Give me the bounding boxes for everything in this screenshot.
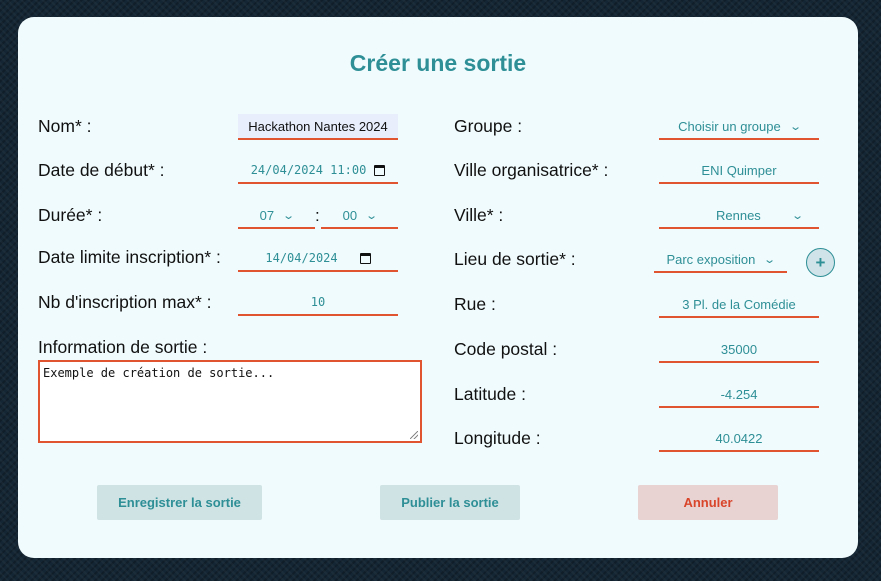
publish-button[interactable]: Publier la sortie — [380, 485, 520, 520]
longitude-value: 40.0422 — [715, 430, 763, 446]
nom-value: Hackathon Nantes 2024 — [248, 118, 388, 134]
info-textarea[interactable]: Exemple de création de sortie... — [38, 360, 422, 443]
resize-handle[interactable] — [410, 431, 418, 439]
chevron-down-icon: ⌄ — [790, 209, 804, 222]
chevron-down-icon: ⌄ — [365, 209, 379, 222]
create-outing-form: Créer une sortie Nom* : Hackathon Nantes… — [18, 17, 858, 558]
cp-label: Code postal : — [454, 339, 558, 359]
ville-org-label: Ville organisatrice* : — [454, 160, 609, 180]
groupe-select[interactable]: Choisir un groupe ⌄ — [659, 114, 819, 140]
chevron-down-icon: ⌄ — [788, 120, 802, 133]
nom-label: Nom* : — [38, 116, 92, 136]
page-title: Créer une sortie — [349, 50, 527, 76]
duree-label: Durée* : — [38, 205, 103, 225]
duree-separator: : — [315, 206, 320, 225]
rue-label: Rue : — [454, 294, 496, 314]
duree-minutes-value: 00 — [342, 207, 358, 223]
date-limite-input[interactable]: 14/04/2024 — [238, 246, 398, 272]
nom-input[interactable]: Hackathon Nantes 2024 — [238, 114, 398, 140]
ville-label: Ville* : — [454, 205, 504, 225]
latitude-input[interactable]: -4.254 — [659, 382, 819, 408]
latitude-value: -4.254 — [720, 386, 758, 402]
calendar-icon[interactable] — [374, 164, 386, 176]
calendar-icon[interactable] — [359, 252, 371, 264]
info-value: Exemple de création de sortie... — [43, 366, 275, 380]
latitude-label: Latitude : — [454, 384, 526, 404]
nb-inscription-input[interactable]: 10 — [238, 290, 398, 316]
ville-org-value: ENI Quimper — [701, 162, 777, 178]
ville-select[interactable]: Rennes ⌄ — [659, 203, 819, 229]
save-button[interactable]: Enregistrer la sortie — [97, 485, 262, 520]
info-label: Information de sortie : — [38, 337, 208, 357]
lieu-value: Parc exposition — [666, 251, 756, 267]
duree-hours-value: 07 — [259, 207, 275, 223]
duree-minutes-select[interactable]: 00 ⌄ — [321, 203, 398, 229]
nb-inscription-label: Nb d'inscription max* : — [38, 292, 212, 312]
plus-icon: + — [815, 252, 826, 272]
cp-value: 35000 — [720, 341, 758, 357]
ville-value: Rennes — [715, 207, 761, 223]
date-limite-value: 14/04/2024 — [265, 251, 338, 265]
lieu-label: Lieu de sortie* : — [454, 249, 576, 269]
date-debut-label: Date de début* : — [38, 160, 165, 180]
nb-inscription-value: 10 — [310, 295, 326, 309]
longitude-label: Longitude : — [454, 428, 541, 448]
add-lieu-button[interactable]: + — [806, 248, 835, 277]
rue-value: 3 Pl. de la Comédie — [682, 296, 796, 312]
rue-input[interactable]: 3 Pl. de la Comédie — [659, 292, 819, 318]
ville-org-input[interactable]: ENI Quimper — [659, 158, 819, 184]
cp-input[interactable]: 35000 — [659, 337, 819, 363]
groupe-value: Choisir un groupe — [678, 118, 781, 134]
date-limite-label: Date limite inscription* : — [38, 247, 221, 267]
chevron-down-icon: ⌄ — [282, 209, 296, 222]
date-debut-value: 24/04/2024 11:00 — [250, 163, 367, 177]
date-debut-input[interactable]: 24/04/2024 11:00 — [238, 158, 398, 184]
duree-hours-select[interactable]: 07 ⌄ — [238, 203, 315, 229]
longitude-input[interactable]: 40.0422 — [659, 426, 819, 452]
chevron-down-icon: ⌄ — [763, 253, 777, 266]
cancel-button[interactable]: Annuler — [638, 485, 778, 520]
lieu-select[interactable]: Parc exposition ⌄ — [654, 247, 787, 273]
groupe-label: Groupe : — [454, 116, 523, 136]
